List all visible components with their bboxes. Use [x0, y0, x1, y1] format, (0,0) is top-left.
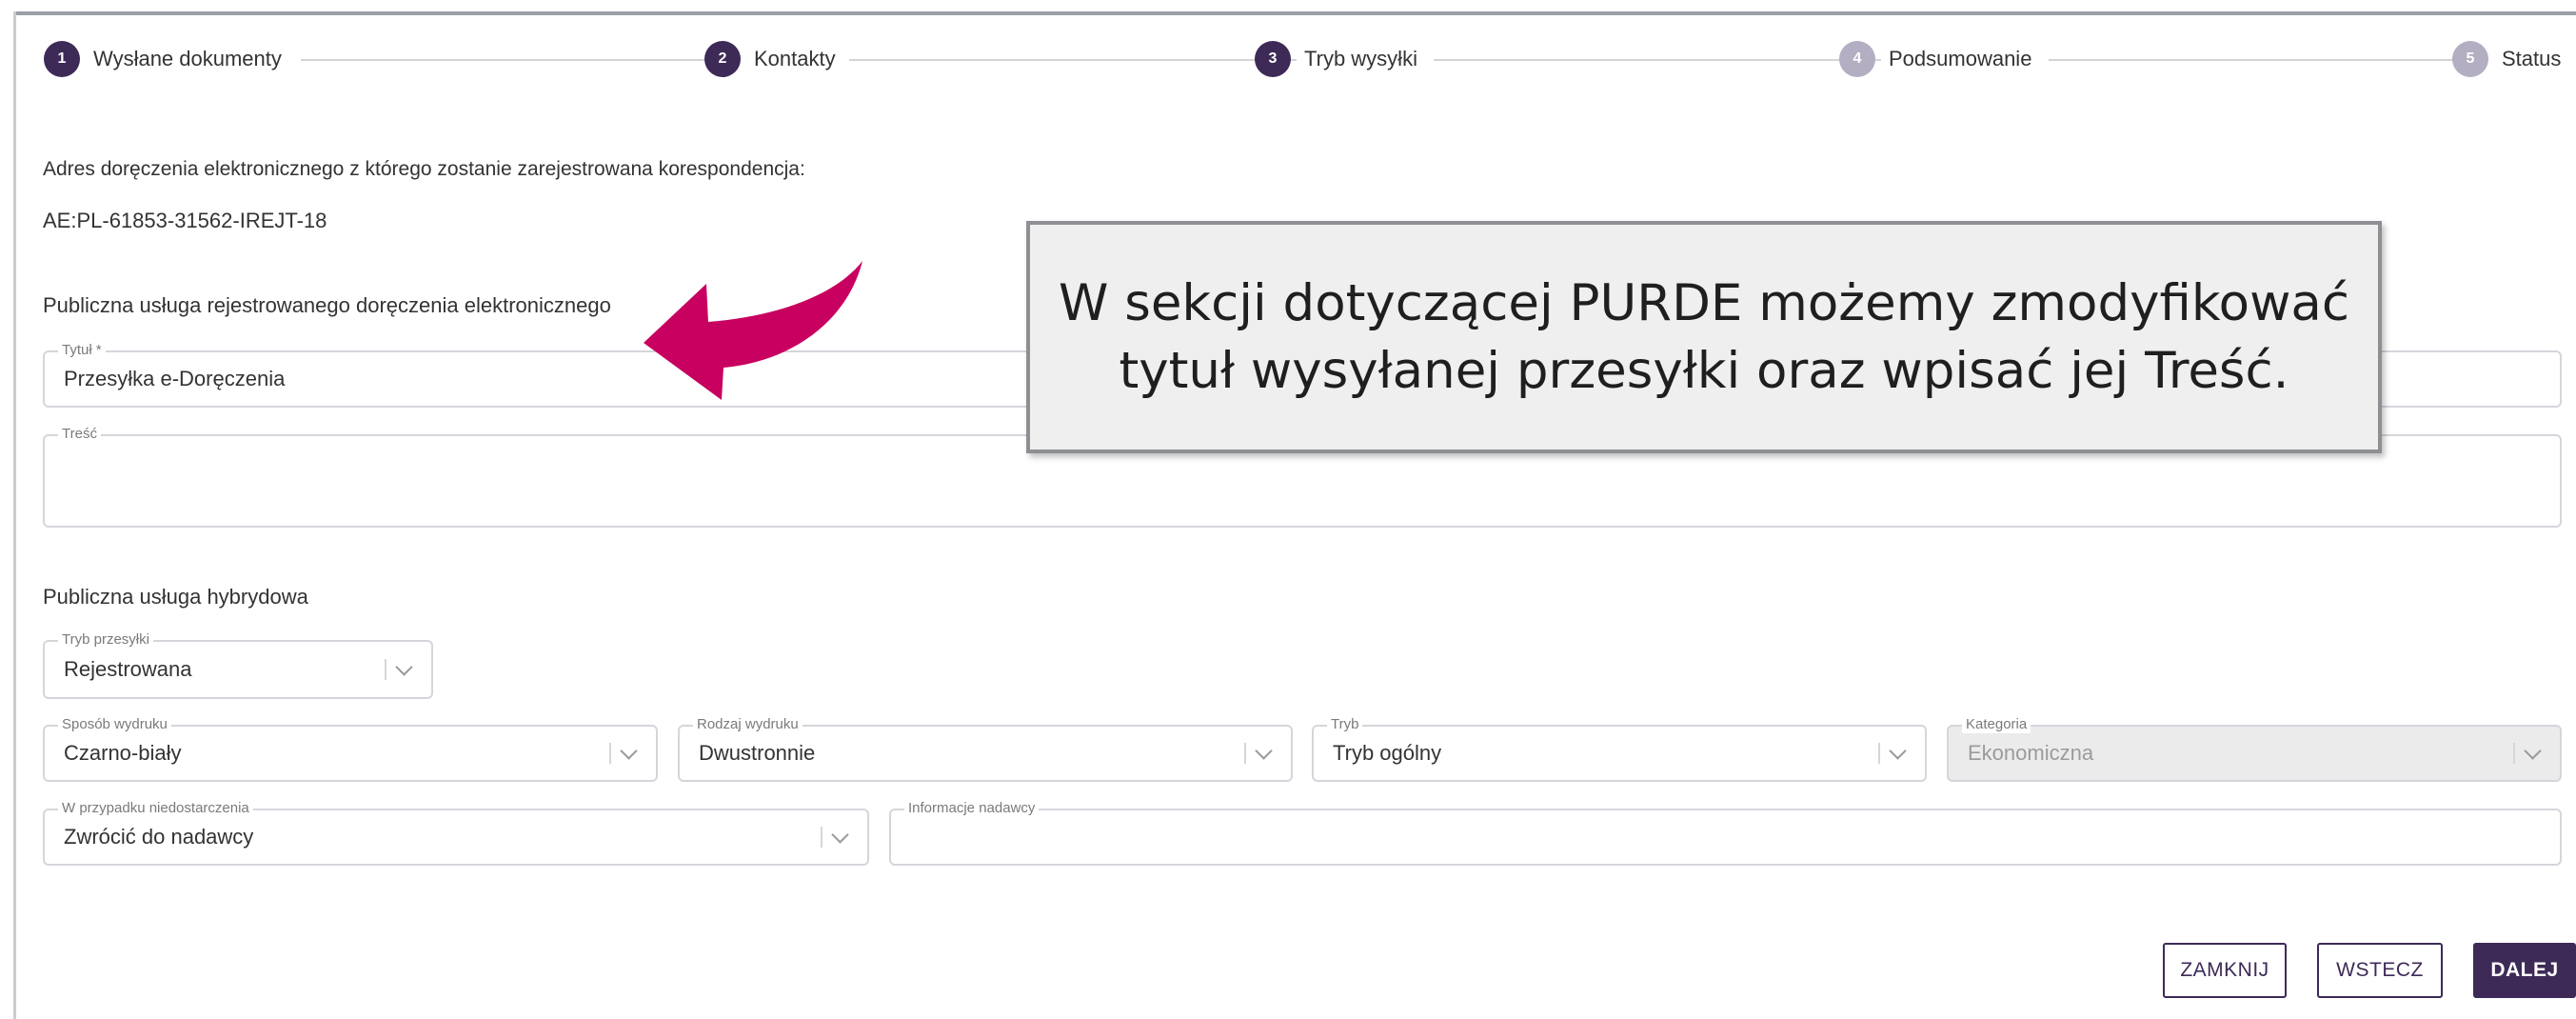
step-connector [301, 59, 731, 61]
step-connector [2049, 59, 2479, 61]
close-button[interactable]: ZAMKNIJ [2163, 943, 2287, 998]
step-number: 4 [1839, 41, 1875, 77]
mode-value: Tryb ogólny [1333, 741, 1442, 765]
address-label: Adres doręczenia elektronicznego z które… [43, 158, 805, 180]
stepper: 1 Wysłane dokumenty 2 Kontakty 3 Tryb wy… [44, 40, 2563, 78]
chevron-down-icon [2513, 741, 2542, 764]
print-method-value: Czarno-biały [64, 741, 182, 765]
mode-label: Tryb [1327, 716, 1363, 733]
print-type-select[interactable]: Rodzaj wydruku Dwustronnie [678, 716, 1293, 782]
window-left-border [13, 11, 16, 1019]
step-status[interactable]: 5 Status [2452, 40, 2561, 78]
annotation-text: W sekcji dotyczącej PURDE możemy zmodyfi… [1058, 274, 2350, 400]
step-number: 2 [704, 41, 741, 77]
back-button[interactable]: WSTECZ [2317, 943, 2443, 998]
title-field-value: Przesyłka e-Doręczenia [64, 367, 286, 390]
hybrid-section-title: Publiczna usługa hybrydowa [43, 585, 308, 609]
step-label: Kontakty [754, 47, 836, 70]
step-label: Podsumowanie [1889, 47, 2032, 70]
step-number: 3 [1255, 41, 1291, 77]
chevron-down-icon[interactable] [1244, 741, 1273, 764]
title-field-label: Tytuł * [58, 342, 106, 359]
print-method-select[interactable]: Sposób wydruku Czarno-biały [43, 716, 658, 782]
address-value: AE:PL-61853-31562-IREJT-18 [43, 209, 327, 232]
step-label: Tryb wysyłki [1304, 47, 1417, 70]
mode-select[interactable]: Tryb Tryb ogólny [1312, 716, 1927, 782]
step-number: 5 [2452, 41, 2488, 77]
sender-info-field[interactable]: Informacje nadawcy [889, 800, 2562, 866]
category-select: Kategoria Ekonomiczna [1947, 716, 2562, 782]
chevron-down-icon[interactable] [385, 657, 413, 680]
category-value: Ekonomiczna [1968, 741, 2094, 765]
purde-section-title: Publiczna usługa rejestrowanego doręczen… [43, 293, 611, 317]
print-type-value: Dwustronnie [699, 741, 816, 765]
shipping-mode-label: Tryb przesyłki [58, 631, 153, 649]
annotation-callout: W sekcji dotyczącej PURDE możemy zmodyfi… [1026, 221, 2382, 453]
chevron-down-icon[interactable] [821, 825, 849, 848]
annotation-arrow-icon [644, 261, 862, 400]
shipping-mode-select[interactable]: Tryb przesyłki Rejestrowana [43, 631, 433, 699]
undelivered-action-label: W przypadku niedostarczenia [58, 800, 253, 817]
step-connector [849, 59, 1297, 61]
step-connector [1434, 59, 1881, 61]
step-label: Wysłane dokumenty [93, 47, 282, 70]
undelivered-action-value: Zwrócić do nadawcy [64, 825, 254, 849]
next-button[interactable]: DALEJ [2473, 943, 2576, 998]
step-contacts[interactable]: 2 Kontakty [704, 40, 836, 78]
step-shipping-mode[interactable]: 3 Tryb wysyłki [1255, 40, 1417, 78]
step-sent-documents[interactable]: 1 Wysłane dokumenty [44, 40, 282, 78]
step-label: Status [2502, 47, 2562, 70]
print-method-label: Sposób wydruku [58, 716, 171, 733]
shipping-mode-value: Rejestrowana [64, 657, 192, 681]
chevron-down-icon[interactable] [1878, 741, 1907, 764]
step-number: 1 [44, 41, 80, 77]
category-label: Kategoria [1962, 716, 2031, 733]
content-field-label: Treść [58, 426, 101, 443]
step-summary[interactable]: 4 Podsumowanie [1839, 40, 2031, 78]
window-top-border [13, 11, 2576, 15]
sender-info-label: Informacje nadawcy [904, 800, 1040, 817]
chevron-down-icon[interactable] [609, 741, 638, 764]
undelivered-action-select[interactable]: W przypadku niedostarczenia Zwrócić do n… [43, 800, 869, 866]
print-type-label: Rodzaj wydruku [693, 716, 803, 733]
